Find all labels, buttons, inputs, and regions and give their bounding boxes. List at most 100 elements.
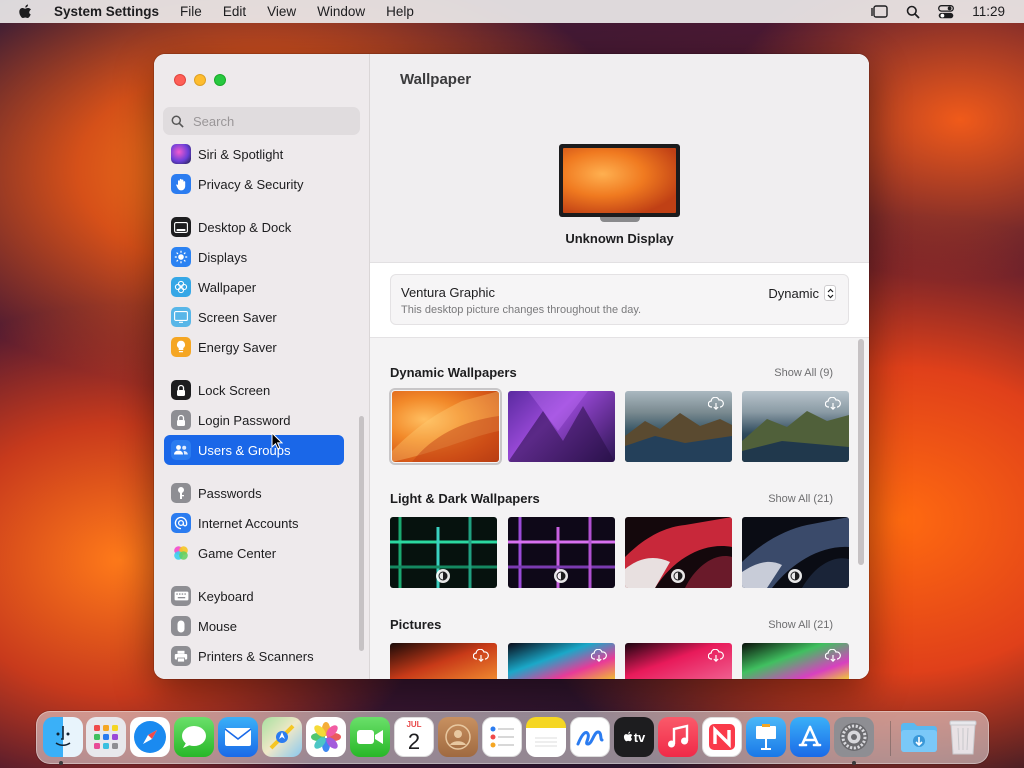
dock-messages-icon[interactable]	[174, 717, 214, 757]
zoom-button[interactable]	[214, 74, 226, 86]
sidebar-item-label: Energy Saver	[198, 339, 277, 355]
wallpaper-thumbnail[interactable]	[390, 643, 497, 679]
apple-menu-icon[interactable]	[18, 4, 38, 20]
sidebar-item-label: Keyboard	[198, 588, 254, 604]
display-preview-area: Wallpaper Unknown Display	[370, 54, 869, 263]
wallpaper-thumbnail[interactable]	[625, 391, 732, 462]
sidebar-item-screen-saver[interactable]: Screen Saver	[164, 302, 344, 332]
dock-finder-icon[interactable]	[43, 717, 83, 757]
wallpaper-description: This desktop picture changes throughout …	[401, 304, 642, 316]
spotlight-search-icon[interactable]	[906, 5, 920, 19]
dock-safari-icon[interactable]	[130, 717, 170, 757]
wallpaper-thumbnail[interactable]	[742, 391, 849, 462]
show-all-button[interactable]: Show All (21)	[768, 493, 833, 505]
wallpaper-mode-value: Dynamic	[768, 285, 819, 301]
sidebar-item-lock-screen[interactable]: Lock Screen	[164, 375, 344, 405]
page-title: Wallpaper	[400, 71, 472, 88]
dock-music-icon[interactable]	[658, 717, 698, 757]
wallpaper-thumbnail[interactable]	[389, 388, 502, 465]
menu-edit[interactable]: Edit	[223, 4, 246, 19]
gamecenter-icon	[171, 543, 191, 563]
key-icon	[171, 483, 191, 503]
show-all-button[interactable]: Show All (21)	[768, 619, 833, 631]
wallpaper-name: Ventura Graphic	[401, 285, 495, 300]
sidebar-item-siri-spotlight[interactable]: Siri & Spotlight	[164, 139, 344, 169]
sidebar-item-internet-accounts[interactable]: Internet Accounts	[164, 508, 344, 538]
section-title: Dynamic Wallpapers	[390, 365, 517, 380]
icloud-download-icon	[591, 649, 607, 663]
light-dark-icon	[788, 569, 802, 583]
dock-freeform-icon[interactable]	[570, 717, 610, 757]
sidebar-scrollbar[interactable]	[359, 416, 364, 651]
dock-maps-icon[interactable]	[262, 717, 302, 757]
sidebar-item-energy-saver[interactable]: Energy Saver	[164, 332, 344, 362]
gallery-scrollbar[interactable]	[858, 339, 864, 565]
menu-clock[interactable]: 11:29	[972, 4, 1005, 19]
hand-icon	[171, 174, 191, 194]
light-dark-icon	[554, 569, 568, 583]
show-all-button[interactable]: Show All (9)	[774, 367, 833, 379]
light-dark-icon	[436, 569, 450, 583]
display-name: Unknown Display	[565, 231, 674, 246]
dock-keynote-icon[interactable]	[746, 717, 786, 757]
display-stand	[600, 217, 640, 222]
dock-downloads-folder-icon[interactable]	[899, 717, 939, 757]
sidebar-item-users-groups[interactable]: Users & Groups	[164, 435, 344, 465]
menu-bar: System Settings File Edit View Window He…	[0, 0, 1024, 23]
dock-contacts-icon[interactable]	[438, 717, 478, 757]
sidebar-search-field[interactable]: Search	[163, 107, 360, 135]
sidebar-item-label: Screen Saver	[198, 309, 277, 325]
wallpaper-thumbnail[interactable]	[625, 517, 732, 588]
wallpaper-thumbnail[interactable]	[742, 517, 849, 588]
dock-tv-icon[interactable]: tv	[614, 717, 654, 757]
sidebar-item-login-password[interactable]: Login Password	[164, 405, 344, 435]
dock-photos-icon[interactable]	[306, 717, 346, 757]
search-icon	[171, 115, 184, 128]
sidebar-item-desktop-dock[interactable]: Desktop & Dock	[164, 212, 344, 242]
dock-trash-icon[interactable]	[943, 717, 983, 757]
sidebar-item-privacy-security[interactable]: Privacy & Security	[164, 169, 344, 199]
sidebar: Search Siri & Spotlight Privacy & Securi…	[154, 54, 370, 679]
main-pane: Wallpaper Unknown Display Ventura Graphi…	[370, 54, 869, 679]
stage-manager-icon[interactable]	[870, 4, 888, 19]
lock-icon	[171, 380, 191, 400]
sidebar-item-mouse[interactable]: Mouse	[164, 611, 344, 641]
close-button[interactable]	[174, 74, 186, 86]
dock-system-settings-icon[interactable]	[834, 717, 874, 757]
menu-help[interactable]: Help	[386, 4, 414, 19]
wallpaper-thumbnail[interactable]	[625, 643, 732, 679]
running-indicator	[59, 761, 63, 765]
control-center-icon[interactable]	[938, 4, 955, 19]
wallpaper-thumbnail[interactable]	[508, 391, 615, 462]
menu-window[interactable]: Window	[317, 4, 365, 19]
sidebar-item-keyboard[interactable]: Keyboard	[164, 581, 344, 611]
dock-notes-icon[interactable]	[526, 717, 566, 757]
dock-app-store-icon[interactable]	[790, 717, 830, 757]
dock-calendar-icon[interactable]: JUL 2	[394, 717, 434, 757]
wallpaper-thumbnail[interactable]	[742, 643, 849, 679]
dock-facetime-icon[interactable]	[350, 717, 390, 757]
menu-app-name[interactable]: System Settings	[54, 4, 159, 19]
wallpaper-mode-popup[interactable]: Dynamic	[768, 285, 836, 301]
section-title: Light & Dark Wallpapers	[390, 491, 540, 506]
sidebar-item-label: Lock Screen	[198, 382, 271, 398]
wallpaper-thumbnail[interactable]	[390, 517, 497, 588]
sidebar-item-label: Privacy & Security	[198, 176, 304, 192]
light-dark-icon	[671, 569, 685, 583]
wallpaper-thumbnail[interactable]	[508, 643, 615, 679]
running-indicator	[852, 761, 856, 765]
sidebar-item-displays[interactable]: Displays	[164, 242, 344, 272]
dock-mail-icon[interactable]	[218, 717, 258, 757]
sidebar-item-game-center[interactable]: Game Center	[164, 538, 344, 568]
minimize-button[interactable]	[194, 74, 206, 86]
sidebar-item-printers-scanners[interactable]: Printers & Scanners	[164, 641, 344, 671]
bulb-icon	[171, 337, 191, 357]
sidebar-item-passwords[interactable]: Passwords	[164, 478, 344, 508]
dock-launchpad-icon[interactable]	[86, 717, 126, 757]
menu-view[interactable]: View	[267, 4, 296, 19]
dock-news-icon[interactable]	[702, 717, 742, 757]
wallpaper-thumbnail[interactable]	[508, 517, 615, 588]
menu-file[interactable]: File	[180, 4, 202, 19]
sidebar-item-wallpaper[interactable]: Wallpaper	[164, 272, 344, 302]
dock-reminders-icon[interactable]	[482, 717, 522, 757]
